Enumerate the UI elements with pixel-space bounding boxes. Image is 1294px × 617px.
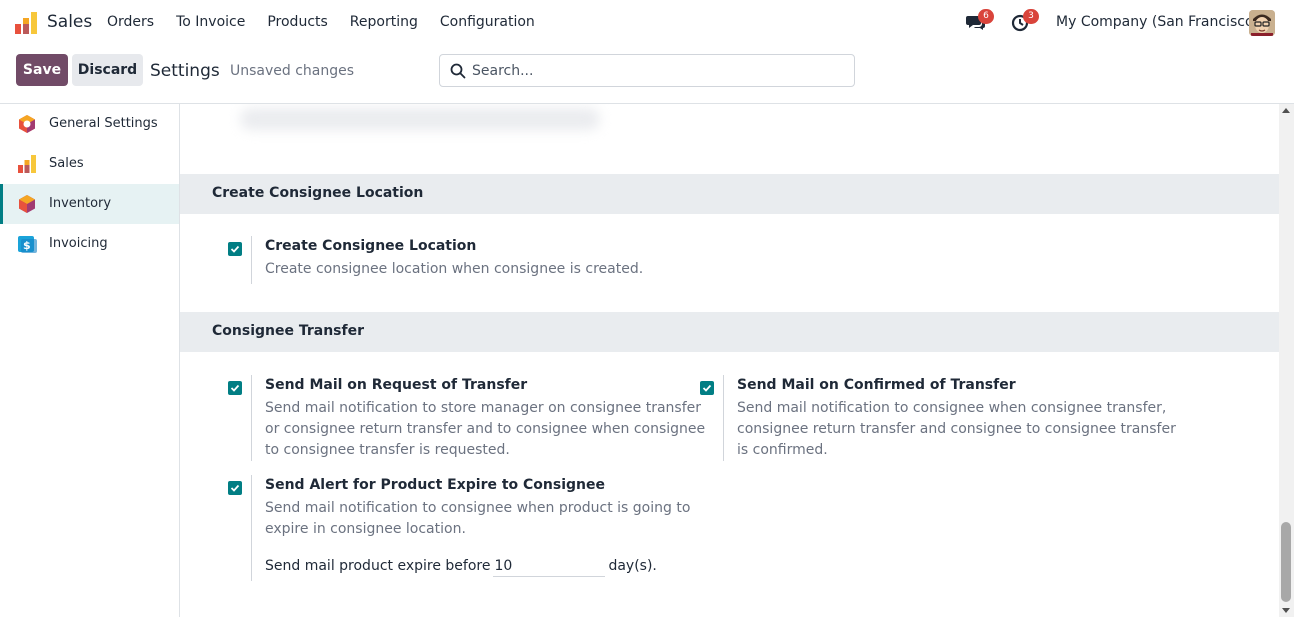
expire-days-input[interactable] [493,555,606,577]
send-mail-confirmed-checkbox[interactable] [700,381,714,395]
section-title: Consignee Transfer [212,323,364,339]
inventory-app-icon [19,195,35,213]
menu-orders[interactable]: Orders [107,14,154,30]
setting-divider [251,375,252,461]
description-line: consignee return transfer and consignee … [737,421,1176,437]
messages-badge: 6 [978,9,994,24]
setting-divider [723,375,724,461]
svg-text:$: $ [23,239,31,252]
sidebar-item-label: General Settings [49,116,158,131]
setting-description: Send mail notification to store manager … [265,398,705,461]
setting-divider [251,475,252,581]
create-consignee-location-checkbox[interactable] [228,242,242,256]
unsaved-status: Unsaved changes [230,63,355,79]
sidebar-item-label: Invoicing [49,236,108,251]
scrollbar-thumb[interactable] [1281,522,1291,602]
search-box[interactable] [439,54,855,87]
sidebar-item-general-settings[interactable]: General Settings [0,104,179,144]
description-line: or consignee return transfer and to cons… [265,421,706,437]
description-line: Send mail notification to consignee when… [737,400,1167,416]
save-button[interactable]: Save [16,54,68,86]
messages-button[interactable]: 6 [966,9,994,34]
search-icon [450,63,466,79]
setting-divider [251,236,252,284]
settings-content: Create Consignee Location Create Consign… [180,104,1279,617]
menu-configuration[interactable]: Configuration [440,14,535,30]
scroll-down-arrow-icon[interactable] [1282,608,1290,613]
setting-title: Create Consignee Location [265,238,477,254]
top-navbar: Sales Orders To Invoice Products Reporti… [0,0,1294,46]
control-panel: Save Discard Settings Unsaved changes [0,46,1294,104]
main-menu: Orders To Invoice Products Reporting Con… [107,14,557,30]
main-scrollbar[interactable] [1279,104,1294,617]
search-input[interactable] [472,59,842,83]
activities-badge: 3 [1023,9,1039,24]
section-header-consignee-transfer: Consignee Transfer [180,312,1279,352]
avatar-face-icon [1249,10,1275,36]
send-alert-expire-checkbox[interactable] [228,481,242,495]
sidebar-item-invoicing[interactable]: $ Invoicing [0,224,179,264]
sidebar-item-label: Inventory [49,196,112,211]
send-mail-request-checkbox[interactable] [228,381,242,395]
blurred-previous-setting [240,108,600,130]
breadcrumb: Settings [150,61,220,81]
general-settings-icon [19,115,35,133]
setting-title: Send Mail on Request of Transfer [265,377,528,393]
description-line: Send mail notification to store manager … [265,400,702,416]
settings-sidebar: General Settings Sales Inventory $ Invoi… [0,104,180,617]
sales-app-logo-icon[interactable] [15,12,37,34]
checkmark-icon [230,384,240,392]
menu-products[interactable]: Products [267,14,327,30]
expire-days-row: Send mail product expire before day(s). [265,555,657,577]
section-title: Create Consignee Location [212,185,424,201]
sidebar-item-label: Sales [49,156,84,171]
sidebar-item-sales[interactable]: Sales [0,144,179,184]
activities-button[interactable]: 3 [1011,9,1039,34]
setting-description: Send mail notification to consignee when… [265,498,690,540]
setting-description: Send mail notification to consignee when… [737,398,1176,461]
expire-prefix-label: Send mail product expire before [265,558,491,574]
user-avatar[interactable] [1249,10,1275,36]
setting-description: Create consignee location when consignee… [265,261,644,277]
checkmark-icon [230,245,240,253]
scroll-up-arrow-icon[interactable] [1282,108,1290,113]
description-line: to consignee transfer is requested. [265,442,510,458]
description-line: is confirmed. [737,442,828,458]
expire-suffix-label: day(s). [608,558,657,574]
setting-title: Send Alert for Product Expire to Consign… [265,477,606,493]
description-line: Send mail notification to consignee when… [265,500,691,516]
checkmark-icon [230,484,240,492]
invoicing-app-icon: $ [18,236,37,253]
app-name[interactable]: Sales [47,12,92,32]
sidebar-item-inventory[interactable]: Inventory [0,184,179,224]
discard-button[interactable]: Discard [72,54,143,86]
menu-to-invoice[interactable]: To Invoice [176,14,245,30]
sales-app-icon [18,155,36,173]
setting-title: Send Mail on Confirmed of Transfer [737,377,1016,393]
section-header-consignee-location: Create Consignee Location [180,174,1279,214]
company-switcher[interactable]: My Company (San Francisco) [1056,14,1259,30]
menu-reporting[interactable]: Reporting [350,14,418,30]
description-line: expire in consignee location. [265,521,466,537]
checkmark-icon [702,384,712,392]
